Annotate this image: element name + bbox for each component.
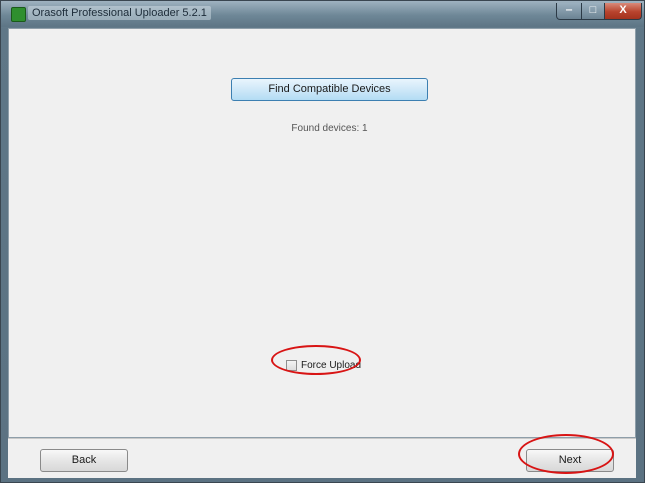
force-upload-option[interactable]: Force Upload (286, 357, 361, 373)
force-upload-checkbox[interactable] (286, 359, 297, 371)
maximize-button[interactable]: □ (581, 3, 605, 20)
minimize-button[interactable]: ‒ (556, 3, 582, 20)
maximize-icon: □ (589, 4, 597, 16)
footer-bar: Back Next (8, 438, 636, 478)
back-button[interactable]: Back (40, 449, 128, 472)
main-panel: Find Compatible Devices Found devices: 1… (8, 28, 636, 438)
title-bar[interactable]: Orasoft Professional Uploader 5.2.1 ‒ □ … (1, 1, 644, 27)
force-upload-label[interactable]: Force Upload (301, 360, 361, 371)
minimize-icon: ‒ (565, 4, 573, 16)
find-compatible-devices-button[interactable]: Find Compatible Devices (231, 78, 428, 101)
found-devices-status: Found devices: 1 (291, 123, 368, 134)
app-window: Orasoft Professional Uploader 5.2.1 ‒ □ … (0, 0, 645, 483)
next-button[interactable]: Next (526, 449, 614, 472)
window-title: Orasoft Professional Uploader 5.2.1 (28, 6, 211, 20)
app-icon (11, 7, 26, 22)
close-button[interactable]: X (604, 3, 642, 20)
close-icon: X (619, 4, 627, 16)
